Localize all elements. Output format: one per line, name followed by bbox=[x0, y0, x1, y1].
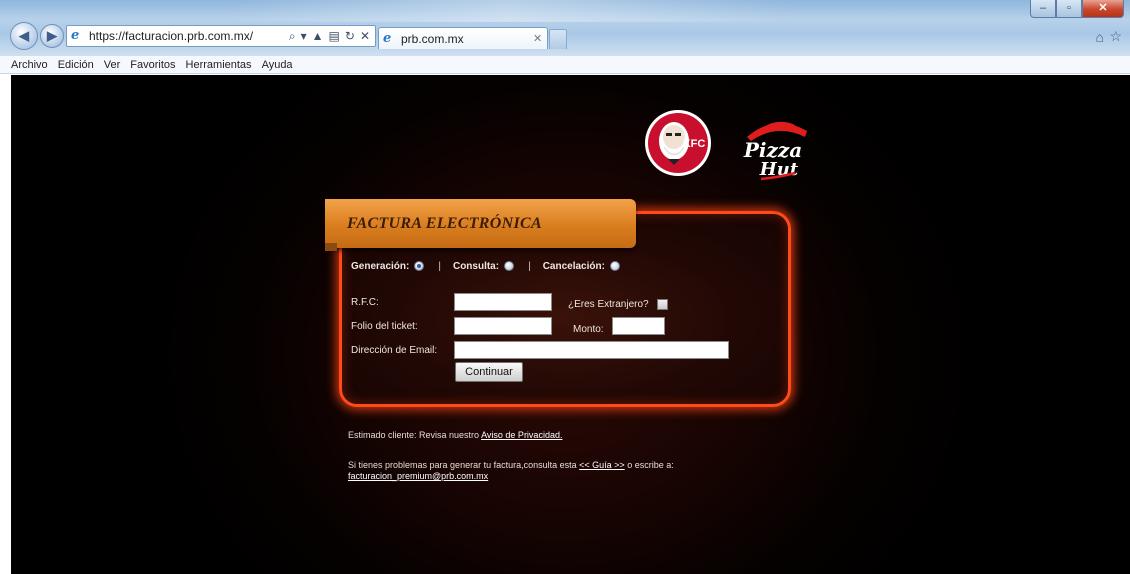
privacy-notice: Estimado cliente: Revisa nuestro Aviso d… bbox=[348, 430, 562, 440]
guide-link[interactable]: << Guía >> bbox=[579, 460, 625, 470]
url-text: https://facturacion.prb.com.mx/ bbox=[89, 29, 254, 43]
monto-field[interactable] bbox=[612, 317, 665, 335]
maximize-button[interactable]: ▫ bbox=[1056, 0, 1082, 18]
compat-icon[interactable]: ▤ bbox=[329, 29, 340, 44]
mode-generacion-label: Generación: bbox=[351, 260, 410, 272]
radio-consulta[interactable] bbox=[504, 261, 515, 271]
radio-generacion[interactable] bbox=[414, 261, 425, 271]
help-text-2: o escribe a: bbox=[624, 460, 674, 470]
privacy-text: Estimado cliente: Revisa nuestro bbox=[348, 430, 482, 440]
extranjero-checkbox[interactable] bbox=[657, 299, 668, 310]
address-tools: ⌕ ▾ ▲ ▤ ↻ ✕ bbox=[289, 29, 375, 44]
support-email: facturacion_premium@prb.com.mx bbox=[348, 471, 488, 481]
monto-label: Monto: bbox=[573, 324, 604, 335]
back-button[interactable]: ◀ bbox=[10, 22, 38, 50]
menu-ayuda[interactable]: Ayuda bbox=[257, 57, 298, 73]
privacy-link[interactable]: Aviso de Privacidad. bbox=[481, 430, 562, 440]
radio-cancelacion[interactable] bbox=[609, 261, 620, 271]
menu-edicion[interactable]: Edición bbox=[53, 57, 99, 73]
address-bar[interactable]: e https://facturacion.prb.com.mx/ ⌕ ▾ ▲ … bbox=[66, 25, 376, 47]
tab-close-icon[interactable]: ✕ bbox=[533, 32, 547, 45]
browser-titlebar: – ▫ ✕ ◀ ▶ e https://facturacion.prb.com.… bbox=[0, 0, 1130, 56]
kfc-logo-text: KFC bbox=[683, 138, 706, 150]
kfc-logo: KFC bbox=[645, 110, 711, 176]
help-notice: Si tienes problemas para generar tu fact… bbox=[348, 460, 674, 470]
menu-favoritos[interactable]: Favoritos bbox=[125, 57, 180, 73]
support-email-link[interactable]: facturacion_premium@prb.com.mx bbox=[348, 471, 488, 481]
new-tab-button[interactable] bbox=[549, 29, 567, 49]
rfc-label: R.F.C: bbox=[351, 297, 379, 308]
tab-label: prb.com.mx bbox=[401, 31, 464, 46]
folio-label: Folio del ticket: bbox=[351, 321, 418, 332]
menu-archivo[interactable]: Archivo bbox=[6, 57, 53, 73]
home-icon[interactable]: ⌂ bbox=[1096, 29, 1104, 45]
tab-ie-icon: e bbox=[383, 30, 392, 46]
mode-cancelacion-label: Cancelación: bbox=[542, 260, 605, 272]
page-viewport: KFC Pizza Hut FACTURA ELECTRÓNICA Genera… bbox=[11, 75, 1130, 574]
lock-icon[interactable]: ▲ bbox=[312, 29, 324, 44]
title-notch bbox=[325, 243, 337, 251]
separator: | bbox=[528, 260, 531, 272]
menu-ver[interactable]: Ver bbox=[99, 57, 126, 73]
tab-prb[interactable]: e prb.com.mx ✕ bbox=[378, 27, 548, 49]
search-icon[interactable]: ⌕ bbox=[289, 29, 296, 44]
mode-consulta-label: Consulta: bbox=[452, 260, 500, 272]
email-field[interactable] bbox=[454, 341, 729, 359]
separator: | bbox=[438, 260, 441, 272]
minimize-button[interactable]: – bbox=[1030, 0, 1056, 18]
menu-bar: Archivo Edición Ver Favoritos Herramient… bbox=[0, 56, 1130, 74]
close-window-button[interactable]: ✕ bbox=[1082, 0, 1124, 18]
form-title: FACTURA ELECTRÓNICA bbox=[325, 199, 636, 248]
help-text: Si tienes problemas para generar tu fact… bbox=[348, 460, 580, 470]
refresh-icon[interactable]: ↻ bbox=[345, 29, 355, 44]
dropdown-icon[interactable]: ▾ bbox=[301, 29, 307, 44]
menu-herramientas[interactable]: Herramientas bbox=[181, 57, 257, 73]
stop-icon[interactable]: ✕ bbox=[360, 29, 370, 44]
titlebar-sheen bbox=[230, 0, 790, 22]
folio-field[interactable] bbox=[454, 317, 552, 335]
pizza-hut-logo: Pizza Hut bbox=[743, 121, 807, 181]
window-controls: – ▫ ✕ bbox=[1030, 0, 1124, 18]
rfc-field[interactable] bbox=[454, 293, 552, 311]
favorites-star-icon[interactable]: ☆ bbox=[1109, 28, 1122, 45]
forward-button[interactable]: ▶ bbox=[40, 24, 64, 48]
ie-page-icon: e bbox=[71, 28, 80, 43]
mode-selector: Generación: | Consulta: | Cancelación: bbox=[351, 258, 620, 274]
email-label: Dirección de Email: bbox=[351, 345, 438, 356]
extranjero-label: ¿Eres Extranjero? bbox=[568, 299, 649, 310]
viewport-edge bbox=[0, 75, 11, 574]
continue-button[interactable]: Continuar bbox=[455, 362, 523, 382]
